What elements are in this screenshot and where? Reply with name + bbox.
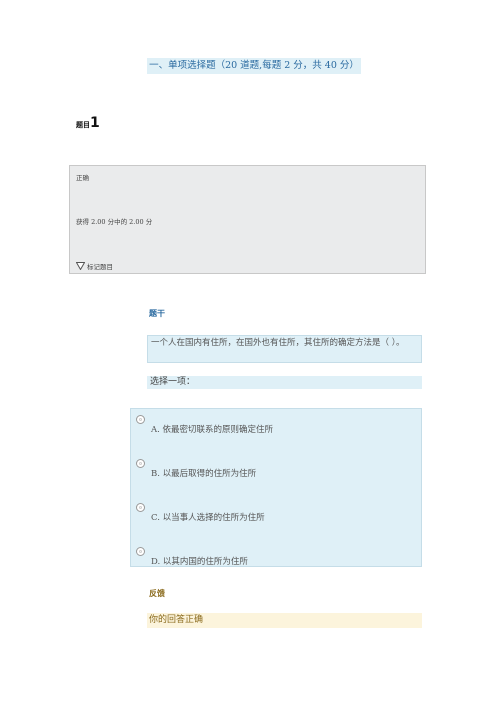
section-heading: 一、单项选择题（20 道题,每题 2 分，共 40 分） bbox=[147, 58, 361, 74]
answer-option-text: B. 以最后取得的住所为住所 bbox=[151, 469, 257, 479]
flag-question-link[interactable]: 标记题目 bbox=[76, 261, 113, 271]
answer-prompt: 选择一项： bbox=[147, 376, 422, 389]
flag-question-label: 标记题目 bbox=[87, 263, 113, 271]
radio-d[interactable] bbox=[136, 547, 145, 556]
answer-option-c[interactable]: C. 以当事人选择的住所为住所 bbox=[131, 503, 421, 523]
feedback-text: 你的回答正确 bbox=[147, 613, 422, 628]
radio-a[interactable] bbox=[136, 415, 145, 424]
question-number-value: 1 bbox=[90, 115, 100, 131]
question-text: 一个人在国内有住所，在国外也有住所，其住所的确定方法是（ ）。 bbox=[147, 335, 422, 363]
question-info-box: 正确 获得 2.00 分中的 2.00 分 标记题目 bbox=[69, 165, 426, 274]
radio-b[interactable] bbox=[136, 459, 145, 468]
answer-option-text: D. 以其内国的住所为住所 bbox=[151, 557, 248, 567]
answer-option-d[interactable]: D. 以其内国的住所为住所 bbox=[131, 547, 421, 567]
question-grade: 获得 2.00 分中的 2.00 分 bbox=[76, 218, 153, 226]
flag-icon bbox=[76, 262, 85, 270]
answer-option-text: C. 以当事人选择的住所为住所 bbox=[151, 513, 265, 523]
question-stem-title: 题干 bbox=[149, 309, 165, 318]
question-number: 题目1 bbox=[76, 112, 100, 131]
question-label: 题目 bbox=[76, 121, 90, 129]
radio-c[interactable] bbox=[136, 503, 145, 512]
answer-option-text: A. 依最密切联系的原则确定住所 bbox=[151, 425, 274, 435]
answer-option-b[interactable]: B. 以最后取得的住所为住所 bbox=[131, 459, 421, 479]
answer-option-a[interactable]: A. 依最密切联系的原则确定住所 bbox=[131, 415, 421, 435]
question-state: 正确 bbox=[76, 174, 89, 182]
answer-options: A. 依最密切联系的原则确定住所 B. 以最后取得的住所为住所 C. 以当事人选… bbox=[130, 408, 422, 567]
feedback-title: 反馈 bbox=[149, 589, 165, 598]
